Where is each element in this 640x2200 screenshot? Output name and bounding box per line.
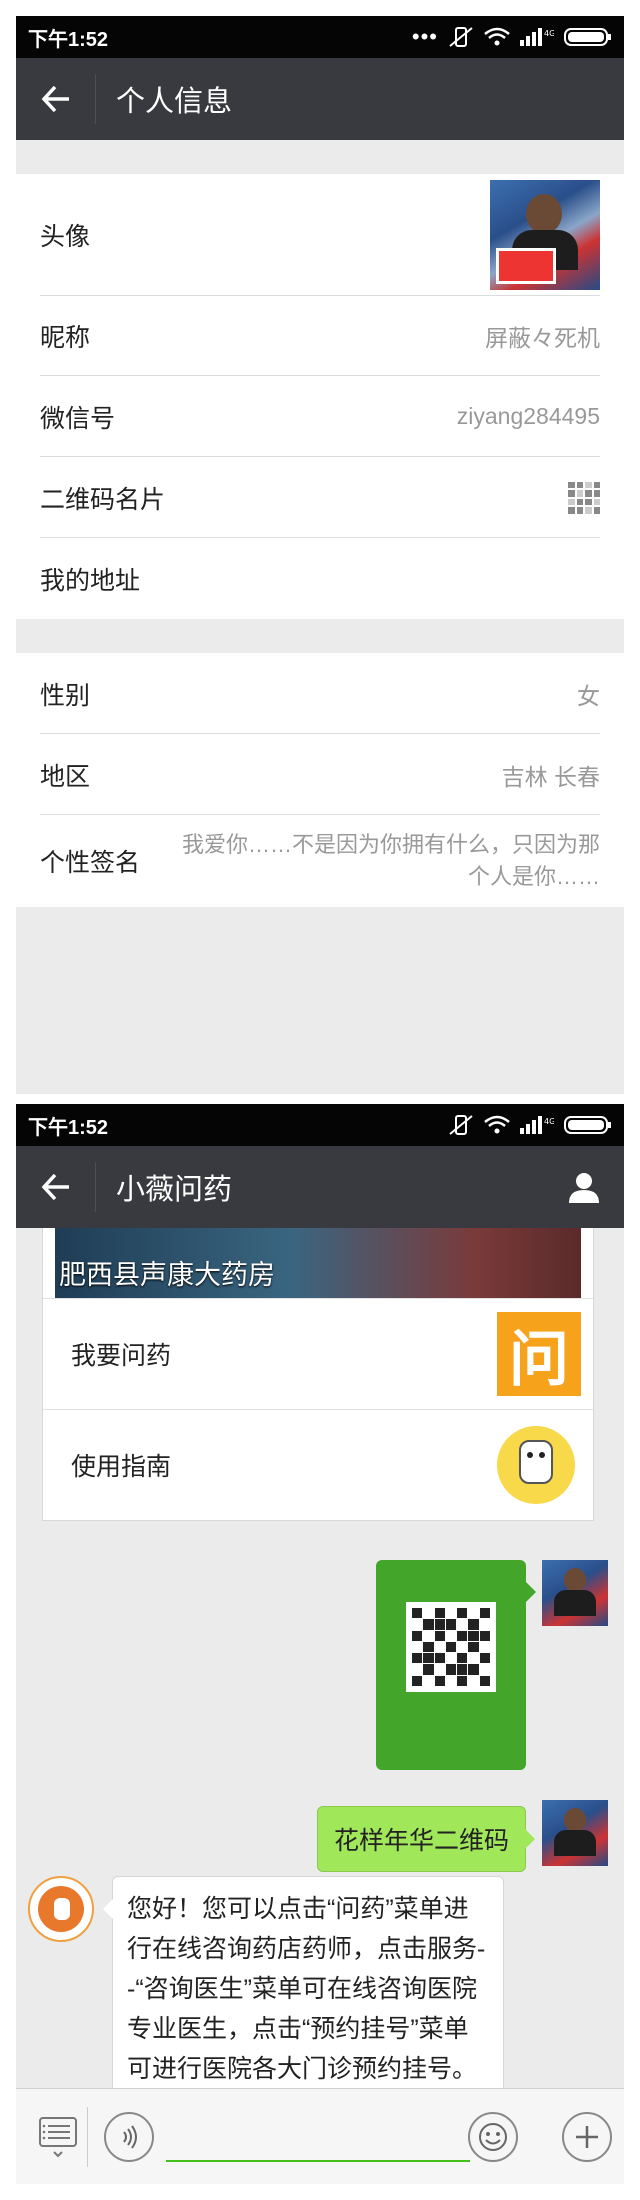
title-bar: 个人信息 (16, 58, 624, 140)
wechat-id-row[interactable]: 微信号 ziyang284495 (16, 376, 624, 457)
menu-item-guide[interactable]: 使用指南 (43, 1409, 593, 1520)
region-value: 吉林 长春 (501, 763, 600, 790)
pharmacy-banner[interactable]: 肥西县声康大药房 (55, 1228, 581, 1298)
more-dots-icon: ••• (411, 24, 438, 49)
back-arrow-icon (41, 1173, 69, 1201)
profile-screen: 下午1:52 ••• 4G 个人信息 头像 昵称 屏蔽々死机 微信号 ziyan… (16, 16, 624, 1094)
message-input[interactable] (166, 2111, 470, 2162)
profile-group: 头像 昵称 屏蔽々死机 微信号 ziyang284495 二维码名片 我的地址 (16, 174, 624, 619)
signal-icon: 4G (520, 1116, 554, 1134)
chat-screen: 下午1:52 4G 小薇问药 肥西县声康大药房 我要问药 问 使用指南 花样年华… (16, 1104, 624, 2184)
plus-icon (576, 2125, 598, 2148)
status-bar: 下午1:52 ••• 4G (16, 16, 624, 58)
wifi-icon (484, 1115, 510, 1134)
menu-toggle-button[interactable] (28, 2106, 88, 2167)
vibrate-icon (449, 1115, 473, 1135)
title-bar: 小薇问药 (16, 1146, 624, 1228)
voice-icon (123, 2124, 137, 2149)
region-row[interactable]: 地区 吉林 长春 (16, 734, 624, 815)
back-button[interactable] (16, 74, 96, 124)
profile-button[interactable] (544, 1146, 624, 1228)
menu-item-ask-medicine[interactable]: 我要问药 问 (43, 1298, 593, 1409)
details-group: 性别 女 地区 吉林 长春 个性签名 我爱你……不是因为你拥有什么，只因为那个人… (16, 653, 624, 907)
my-avatar[interactable] (542, 1560, 608, 1626)
vibrate-icon (449, 27, 473, 47)
chat-area[interactable]: 肥西县声康大药房 我要问药 问 使用指南 花样年华二维码 您好！您可以点击“问药… (16, 1228, 624, 2088)
status-bar: 下午1:52 4G (16, 1104, 624, 1146)
address-row[interactable]: 我的地址 (16, 538, 624, 619)
signature-label: 个性签名 (40, 849, 141, 877)
bot-avatar[interactable] (28, 1876, 94, 1942)
svg-text:4G: 4G (544, 29, 554, 38)
qr-card-header (376, 1560, 526, 1570)
more-button[interactable] (562, 2111, 612, 2162)
svg-text:4G: 4G (544, 1117, 554, 1126)
qr-card-label: 二维码名片 (40, 485, 166, 514)
wechat-id-label: 微信号 (40, 404, 116, 433)
menu-item-label: 我要问药 (71, 1342, 172, 1370)
wifi-icon (484, 27, 510, 46)
received-message-bubble[interactable]: 您好！您可以点击“问药”菜单进行在线咨询药店药师，点击服务--“咨询医生”菜单可… (103, 1876, 504, 2088)
gender-label: 性别 (40, 681, 91, 710)
gender-row[interactable]: 性别 女 (16, 653, 624, 734)
battery-icon (564, 1116, 611, 1134)
chat-title: 小薇问药 (116, 1174, 233, 1206)
battery-icon (564, 28, 611, 46)
service-menu-card: 肥西县声康大药房 我要问药 问 使用指南 (42, 1228, 594, 1521)
address-label: 我的地址 (40, 566, 141, 595)
person-icon (569, 1173, 599, 1203)
menu-item-label: 使用指南 (71, 1453, 172, 1481)
signal-icon: 4G (520, 28, 554, 46)
chat-input-bar (16, 2088, 624, 2184)
voice-button[interactable] (104, 2111, 154, 2162)
ask-icon: 问 (497, 1312, 581, 1396)
gender-value: 女 (577, 682, 600, 709)
nickname-label: 昵称 (40, 324, 91, 352)
status-time: 下午1:52 (28, 1116, 109, 1139)
wechat-id-value: ziyang284495 (456, 403, 600, 429)
sent-message-text: 花样年华二维码 (333, 1827, 509, 1855)
menu-list-icon (38, 2116, 77, 2157)
signature-value: 我爱你……不是因为你拥有什么，只因为那个人是你…… (181, 832, 600, 889)
qr-code-icon (568, 481, 600, 514)
page-title: 个人信息 (116, 86, 233, 118)
nickname-row[interactable]: 昵称 屏蔽々死机 (16, 296, 624, 376)
back-button[interactable] (16, 1162, 96, 1212)
sent-qr-image[interactable] (376, 1560, 536, 1770)
my-avatar[interactable] (542, 1800, 608, 1866)
sent-message-bubble[interactable]: 花样年华二维码 (316, 1806, 536, 1872)
avatar (490, 180, 600, 290)
avatar-label: 头像 (40, 223, 91, 251)
region-label: 地区 (40, 762, 91, 791)
smiley-icon (479, 2122, 507, 2151)
status-time: 下午1:52 (28, 28, 109, 51)
received-message-text: 您好！您可以点击“问药”菜单进行在线咨询药店药师，点击服务--“咨询医生”菜单可… (127, 1895, 486, 2083)
qr-code (406, 1602, 496, 1692)
guide-mascot-icon (497, 1426, 575, 1504)
banner-title: 肥西县声康大药房 (59, 1260, 275, 1290)
nickname-value: 屏蔽々死机 (485, 325, 600, 351)
back-arrow-icon (41, 85, 69, 113)
signature-row[interactable]: 个性签名 我爱你……不是因为你拥有什么，只因为那个人是你…… (16, 815, 624, 907)
emoji-button[interactable] (468, 2111, 518, 2162)
avatar-row[interactable]: 头像 (16, 174, 624, 296)
qr-card-row[interactable]: 二维码名片 (16, 457, 624, 538)
